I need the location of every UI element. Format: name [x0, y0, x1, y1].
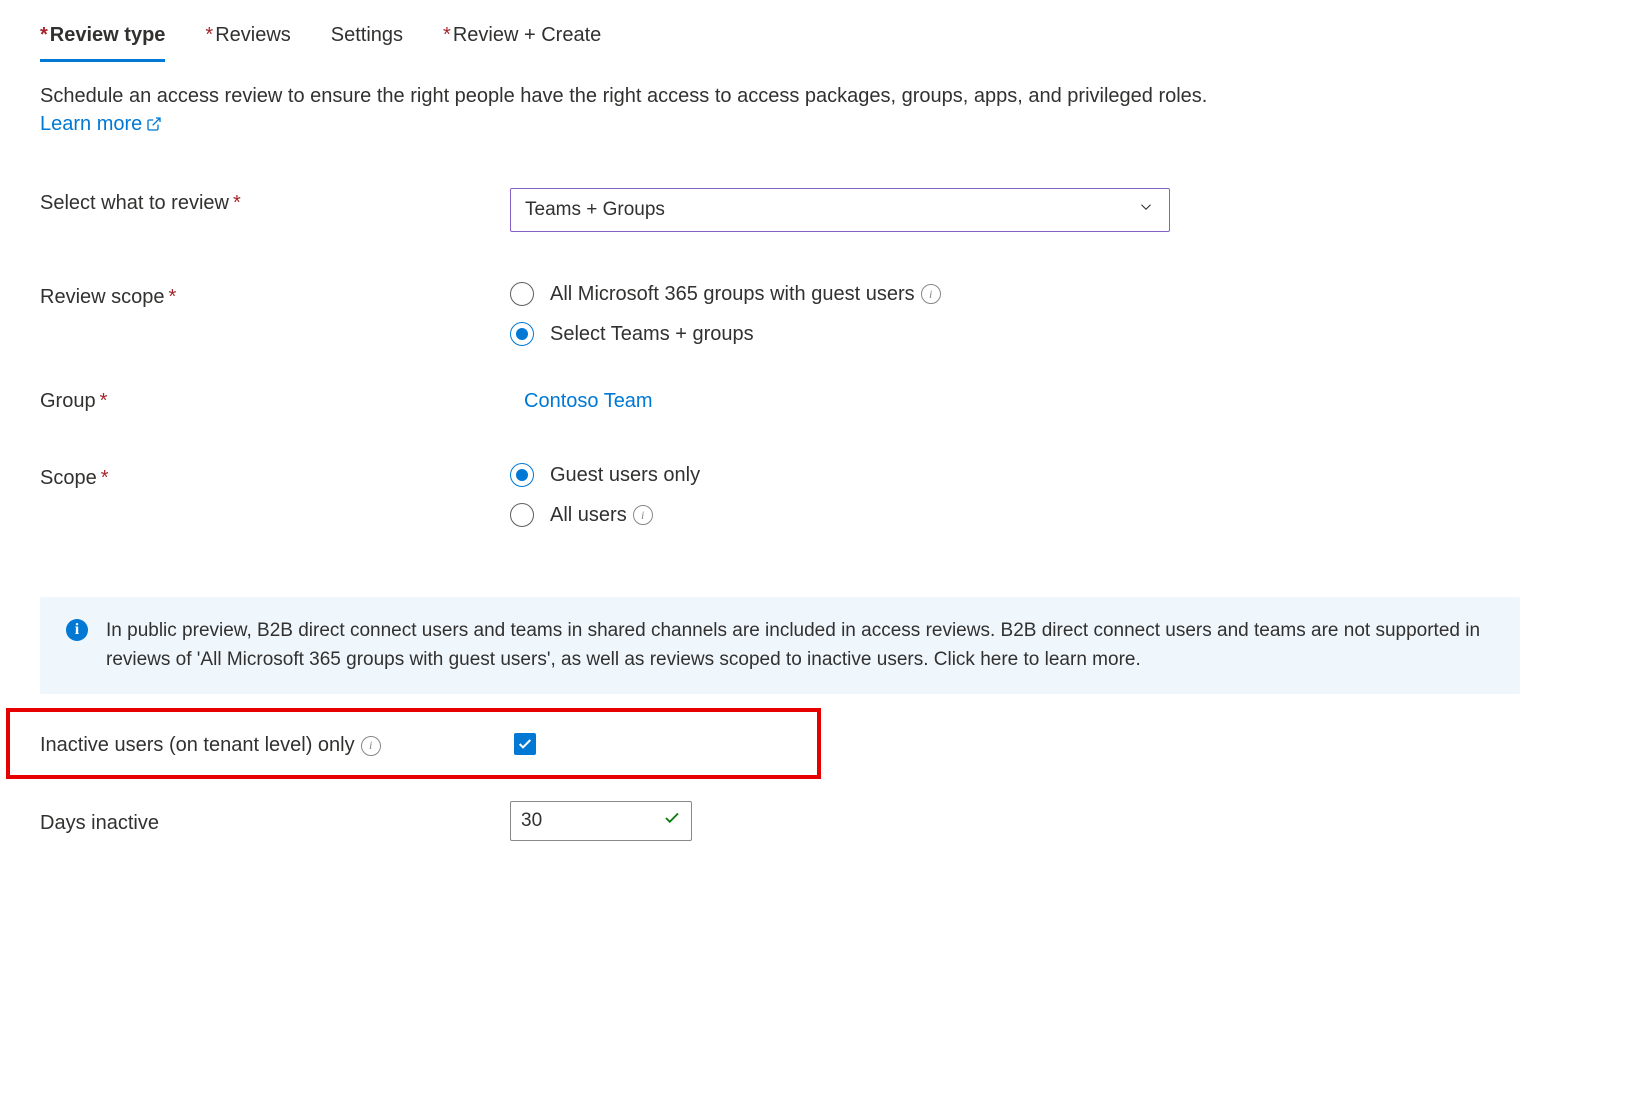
group-value: Contoso Team: [524, 390, 653, 412]
scope-radio-group: Guest users only All users i: [510, 463, 1606, 527]
group-link[interactable]: Contoso Team: [510, 386, 1606, 413]
tab-label: Review type: [50, 24, 166, 46]
info-icon[interactable]: i: [361, 736, 381, 756]
days-inactive-value: 30: [521, 810, 542, 832]
chevron-down-icon: [1137, 198, 1155, 222]
valid-check-icon: [663, 809, 681, 833]
info-icon[interactable]: i: [921, 284, 941, 304]
group-label: Group*: [40, 386, 510, 413]
radio-icon: [510, 282, 534, 306]
days-inactive-row: Days inactive 30: [40, 801, 1606, 841]
inactive-users-checkbox[interactable]: [514, 733, 536, 755]
select-what-dropdown[interactable]: Teams + Groups: [510, 188, 1170, 232]
review-scope-radio-group: All Microsoft 365 groups with guest user…: [510, 282, 1606, 346]
radio-icon: [510, 503, 534, 527]
radio-label: All users: [550, 504, 627, 527]
radio-label: Select Teams + groups: [550, 323, 754, 346]
info-banner: i In public preview, B2B direct connect …: [40, 597, 1520, 694]
tabs: *Review type *Reviews Settings *Review +…: [40, 18, 1606, 62]
external-link-icon: [146, 116, 162, 132]
days-inactive-input[interactable]: 30: [510, 801, 692, 841]
scope-option-guest[interactable]: Guest users only: [510, 463, 1606, 487]
radio-icon: [510, 322, 534, 346]
scope-option-all[interactable]: All users i: [510, 503, 1606, 527]
inactive-users-highlight: Inactive users (on tenant level) only i: [6, 708, 821, 779]
radio-label: Guest users only: [550, 464, 700, 487]
review-scope-option-select[interactable]: Select Teams + groups: [510, 322, 1606, 346]
required-asterisk: *: [205, 24, 213, 46]
tab-review-create[interactable]: *Review + Create: [443, 18, 601, 62]
tab-label: Review + Create: [453, 24, 601, 46]
description-text: Schedule an access review to ensure the …: [40, 82, 1606, 138]
tab-review-type[interactable]: *Review type: [40, 18, 165, 62]
review-scope-option-all[interactable]: All Microsoft 365 groups with guest user…: [510, 282, 1606, 306]
select-what-value: Teams + Groups: [525, 199, 665, 221]
select-what-label: Select what to review*: [40, 188, 510, 215]
tab-settings[interactable]: Settings: [331, 18, 403, 62]
days-inactive-label: Days inactive: [40, 808, 510, 835]
scope-label: Scope*: [40, 463, 510, 490]
tab-label: Reviews: [215, 24, 291, 46]
learn-more-label: Learn more: [40, 110, 142, 138]
description-content: Schedule an access review to ensure the …: [40, 85, 1207, 107]
required-asterisk: *: [40, 24, 48, 46]
radio-label: All Microsoft 365 groups with guest user…: [550, 283, 915, 306]
info-icon[interactable]: i: [633, 505, 653, 525]
tab-reviews[interactable]: *Reviews: [205, 18, 290, 62]
learn-more-link[interactable]: Learn more: [40, 110, 162, 138]
info-icon: i: [66, 619, 88, 641]
inactive-users-label: Inactive users (on tenant level) only i: [40, 730, 514, 757]
radio-icon: [510, 463, 534, 487]
tab-label: Settings: [331, 24, 403, 46]
required-asterisk: *: [443, 24, 451, 46]
review-scope-label: Review scope*: [40, 282, 510, 309]
banner-text: In public preview, B2B direct connect us…: [106, 617, 1494, 674]
check-icon: [517, 736, 533, 752]
